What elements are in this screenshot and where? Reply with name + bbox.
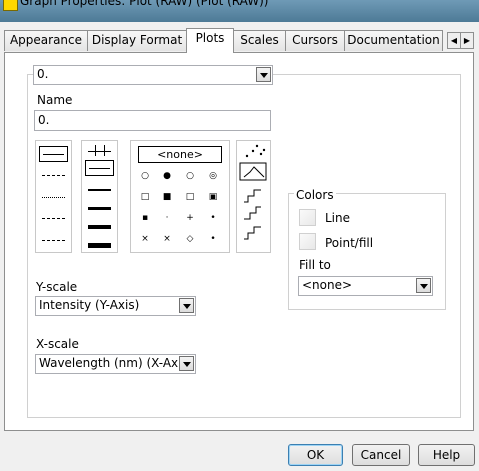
line-width-picker[interactable]	[81, 140, 118, 253]
line-width-2[interactable]	[85, 181, 114, 197]
tab-scales[interactable]: Scales	[233, 30, 286, 51]
square-point-icon[interactable]: □	[184, 193, 196, 202]
line-width-none[interactable]	[85, 143, 114, 159]
fill-to-value: <none>	[302, 278, 353, 292]
interpolation-icons	[239, 144, 267, 240]
line-width-5[interactable]	[85, 235, 114, 251]
point-fill-color-swatch[interactable]	[299, 233, 316, 250]
x-scale-value: Wavelength (nm) (X-Axis)	[39, 356, 193, 370]
filled-square-point-icon[interactable]: ■	[161, 193, 173, 202]
y-scale-select[interactable]: Intensity (Y-Axis)	[35, 296, 196, 316]
tab-appearance[interactable]: Appearance	[4, 30, 88, 51]
line-width-4[interactable]	[85, 217, 114, 233]
plus-point-icon[interactable]: +	[184, 214, 196, 223]
line-style-dot[interactable]	[39, 189, 68, 205]
point-fill-color-label: Point/fill	[325, 236, 374, 250]
filled-circle-point-icon[interactable]: ●	[161, 172, 173, 181]
line-style-dash-dot-dot[interactable]	[39, 232, 68, 248]
tab-scroll-right-icon[interactable]: ▶	[460, 32, 474, 49]
small-dot-point-icon[interactable]: •	[207, 235, 219, 244]
diamond-point-icon[interactable]: ◇	[184, 235, 196, 244]
tab-scroll-left-icon[interactable]: ◀	[447, 32, 461, 49]
help-button[interactable]: Help	[418, 444, 475, 466]
line-color-label: Line	[325, 211, 351, 225]
title-bar: Graph Properties: Plot (RAW) (Plot (RAW)…	[0, 0, 479, 22]
window-title: Graph Properties: Plot (RAW) (Plot (RAW)…	[20, 0, 269, 8]
y-scale-value: Intensity (Y-Axis)	[39, 298, 140, 312]
dotted-square-point-icon[interactable]: ▣	[207, 193, 219, 202]
small-x-point-icon[interactable]: ×	[161, 235, 173, 244]
chevron-down-icon[interactable]	[179, 356, 194, 371]
plots-panel: 0. Name 0. <none> ○ ● ○ ◎ □ ■ □ ▣ ▪ · + …	[4, 52, 474, 431]
x-scale-select[interactable]: Wavelength (nm) (X-Axis)	[35, 354, 196, 374]
circle-point-icon[interactable]: ○	[139, 172, 151, 181]
line-width-1[interactable]	[85, 160, 114, 176]
dot-point-icon[interactable]: ·	[161, 214, 173, 223]
dotted-circle-point-icon[interactable]: ◎	[207, 172, 219, 181]
cancel-button[interactable]: Cancel	[352, 444, 410, 466]
chevron-down-icon[interactable]	[416, 278, 431, 293]
x-point-icon[interactable]: ×	[139, 235, 151, 244]
tab-strip: Appearance Display Format Plots Scales C…	[4, 28, 476, 53]
tab-display-format[interactable]: Display Format	[87, 30, 187, 51]
small-square-point-icon[interactable]: ▪	[139, 214, 151, 223]
tab-documentation[interactable]: Documentation	[344, 30, 443, 51]
fill-to-select[interactable]: <none>	[298, 276, 433, 296]
name-field[interactable]: 0.	[34, 110, 271, 131]
colors-heading: Colors	[294, 188, 336, 202]
app-icon	[3, 0, 18, 11]
colors-group: Colors Line Point/fill Fill to <none>	[288, 188, 446, 310]
x-scale-label: X-scale	[36, 337, 79, 351]
ok-button[interactable]: OK	[288, 444, 343, 466]
line-width-3[interactable]	[85, 199, 114, 215]
chevron-down-icon[interactable]	[256, 67, 271, 82]
interpolation-picker[interactable]	[236, 140, 271, 253]
tab-plots[interactable]: Plots	[186, 28, 234, 53]
point-style-none[interactable]: <none>	[138, 146, 222, 163]
name-label: Name	[37, 93, 73, 107]
line-style-dash[interactable]	[39, 167, 68, 183]
tab-cursors[interactable]: Cursors	[285, 30, 345, 51]
line-style-solid[interactable]	[39, 146, 68, 162]
line-style-picker[interactable]	[35, 140, 72, 253]
plot-selector[interactable]: 0.	[33, 65, 273, 85]
y-scale-label: Y-scale	[36, 280, 78, 294]
plot-selector-value: 0.	[37, 67, 49, 81]
circle-point-icon[interactable]: ○	[184, 172, 196, 181]
small-dot-point-icon[interactable]: •	[207, 214, 219, 223]
chevron-down-icon[interactable]	[179, 298, 194, 313]
line-color-swatch[interactable]	[299, 209, 316, 226]
line-style-dash-dot[interactable]	[39, 210, 68, 226]
point-style-picker[interactable]: <none> ○ ● ○ ◎ □ ■ □ ▣ ▪ · + • × × ◇ •	[130, 140, 230, 253]
fill-to-label: Fill to	[299, 258, 331, 272]
square-point-icon[interactable]: □	[139, 193, 151, 202]
